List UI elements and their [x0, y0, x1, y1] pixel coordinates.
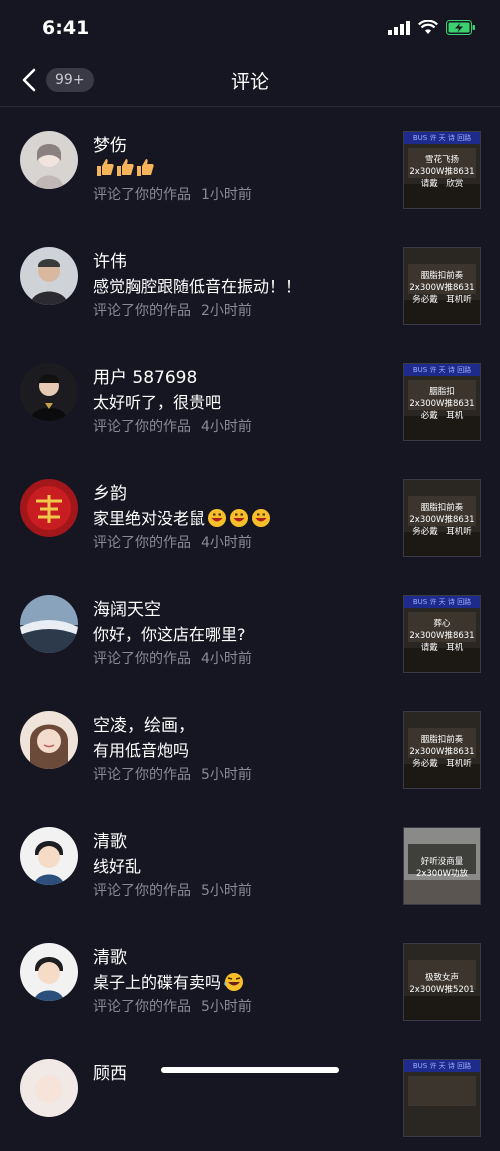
- comment-text: 线好乱: [93, 857, 142, 876]
- comment-meta: 评论了你的作品 5小时前: [93, 883, 252, 899]
- status-time: 6:41: [42, 17, 90, 39]
- video-thumbnail[interactable]: BUS 许 天 诗 回路 葬心 2x300W推8631 请戴 耳机: [403, 595, 481, 673]
- thumbnail-caption: 雪花飞扬 2x300W推8631 请戴 欣赏: [409, 155, 475, 189]
- avatar[interactable]: [20, 131, 78, 189]
- page-title: 评论: [230, 71, 269, 93]
- avatar[interactable]: [20, 479, 78, 537]
- comment-row[interactable]: 顾西 BUS 许 天 诗 回路: [0, 1035, 500, 1151]
- signal-icon: [388, 20, 410, 35]
- comment-row[interactable]: 梦伤 评论了你的作品 1小时前 BUS 许 天 诗 回路 雪花飞扬 2x300W推…: [0, 107, 500, 223]
- grinning-emoji-icon: [207, 508, 273, 532]
- comment-list: 梦伤 评论了你的作品 1小时前 BUS 许 天 诗 回路 雪花飞扬 2x300W推…: [0, 107, 500, 1151]
- comment-text: 家里绝对没老鼠: [93, 505, 273, 532]
- status-icons: [388, 20, 476, 35]
- comment-row[interactable]: 清歌 线好乱 评论了你的作品 5小时前 好听没商量 2x300W功放: [0, 803, 500, 919]
- video-thumbnail[interactable]: 极致女声 2x300W推5201: [403, 943, 481, 1021]
- thumbnail-caption: 好听没商量 2x300W功放: [415, 857, 469, 879]
- video-thumbnail[interactable]: BUS 许 天 诗 回路: [403, 1059, 481, 1137]
- avatar[interactable]: [20, 1059, 78, 1117]
- commenter-name[interactable]: 用户 587698: [93, 363, 197, 388]
- thumbnail-banner: BUS 许 天 诗 回路: [404, 596, 480, 608]
- video-thumbnail[interactable]: 胭脂扣前奏 2x300W推8631 务必戴 耳机听: [403, 479, 481, 557]
- comment-meta: 评论了你的作品 4小时前: [93, 651, 252, 667]
- thumbnail-caption: 胭脂扣前奏 2x300W推8631 务必戴 耳机听: [409, 503, 475, 537]
- wifi-icon: [418, 20, 438, 34]
- comment-meta: 评论了你的作品 2小时前: [93, 303, 252, 319]
- status-bar: 6:41: [0, 0, 500, 58]
- video-thumbnail[interactable]: 胭脂扣前奏 2x300W推8631 务必戴 耳机听: [403, 247, 481, 325]
- commenter-name[interactable]: 许伟: [93, 247, 127, 272]
- comment-text: 你好，你这店在哪里?: [93, 625, 246, 644]
- commenter-name[interactable]: 梦伤: [93, 131, 127, 156]
- comment-row[interactable]: 空凌，绘画， 有用低音炮吗 评论了你的作品 5小时前 胭脂扣前奏 2x300W推8…: [0, 687, 500, 803]
- video-thumbnail[interactable]: 好听没商量 2x300W功放: [403, 827, 481, 905]
- avatar[interactable]: [20, 711, 78, 769]
- thumbnail-caption: 胭脂扣前奏 2x300W推8631 务必戴 耳机听: [409, 271, 475, 305]
- comment-row[interactable]: 许伟 感觉胸腔跟随低音在振动！！ 评论了你的作品 2小时前 胭脂扣前奏 2x300…: [0, 223, 500, 339]
- thumbnail-banner: BUS 许 天 诗 回路: [404, 132, 480, 144]
- comment-text: [93, 157, 155, 181]
- comment-row[interactable]: 乡韵 家里绝对没老鼠 评论了你的作品 4小时前 胭脂扣前奏 2x300W推8631…: [0, 455, 500, 571]
- avatar[interactable]: [20, 363, 78, 421]
- avatar[interactable]: [20, 595, 78, 653]
- thumbnail-caption: 葬心 2x300W推8631 请戴 耳机: [409, 619, 475, 653]
- laughing-emoji-icon: [223, 972, 245, 996]
- comment-row[interactable]: 用户 587698 太好听了，很贵吧 评论了你的作品 4小时前 BUS 许 天 诗…: [0, 339, 500, 455]
- avatar[interactable]: [20, 943, 78, 1001]
- thumbnail-caption: 极致女声 2x300W推5201: [409, 973, 475, 995]
- avatar[interactable]: [20, 247, 78, 305]
- comment-row[interactable]: 海阔天空 你好，你这店在哪里? 评论了你的作品 4小时前 BUS 许 天 诗 回路…: [0, 571, 500, 687]
- thumbs-up-icon: [95, 157, 155, 181]
- commenter-name[interactable]: 空凌，绘画，: [93, 711, 195, 736]
- commenter-name[interactable]: 海阔天空: [93, 595, 161, 620]
- comment-text: 桌子上的碟有卖吗: [93, 969, 245, 996]
- comment-row[interactable]: 清歌 桌子上的碟有卖吗 评论了你的作品 5小时前 极致女声 2x300W推5201: [0, 919, 500, 1035]
- avatar[interactable]: [20, 827, 78, 885]
- comment-text: 感觉胸腔跟随低音在振动！！: [93, 277, 302, 296]
- thumbnail-caption: 胭脂扣前奏 2x300W推8631 务必戴 耳机听: [409, 735, 475, 769]
- thumbnail-banner: BUS 许 天 诗 回路: [404, 1060, 480, 1072]
- comment-meta: 评论了你的作品 5小时前: [93, 767, 252, 783]
- comment-meta: 评论了你的作品 1小时前: [93, 187, 252, 203]
- battery-icon: [446, 20, 475, 35]
- comment-meta: 评论了你的作品 4小时前: [93, 419, 252, 435]
- video-thumbnail[interactable]: BUS 许 天 诗 回路 胭脂扣 2x300W推8631 必戴 耳机: [403, 363, 481, 441]
- video-thumbnail[interactable]: 胭脂扣前奏 2x300W推8631 务必戴 耳机听: [403, 711, 481, 789]
- thumbnail-banner: BUS 许 天 诗 回路: [404, 364, 480, 376]
- commenter-name[interactable]: 乡韵: [93, 479, 127, 504]
- commenter-name[interactable]: 清歌: [93, 827, 127, 852]
- video-thumbnail[interactable]: BUS 许 天 诗 回路 雪花飞扬 2x300W推8631 请戴 欣赏: [403, 131, 481, 209]
- comment-text: 太好听了，很贵吧: [93, 393, 222, 412]
- commenter-name[interactable]: 清歌: [93, 943, 127, 968]
- thumbnail-caption: 胭脂扣 2x300W推8631 必戴 耳机: [409, 387, 475, 421]
- commenter-name[interactable]: 顾西: [93, 1059, 127, 1084]
- home-indicator: [161, 1067, 339, 1073]
- comment-meta: 评论了你的作品 5小时前: [93, 999, 252, 1015]
- comment-text: 有用低音炮吗: [93, 741, 190, 760]
- comment-meta: 评论了你的作品 4小时前: [93, 535, 252, 551]
- nav-bar: 99+ 评论: [0, 58, 500, 107]
